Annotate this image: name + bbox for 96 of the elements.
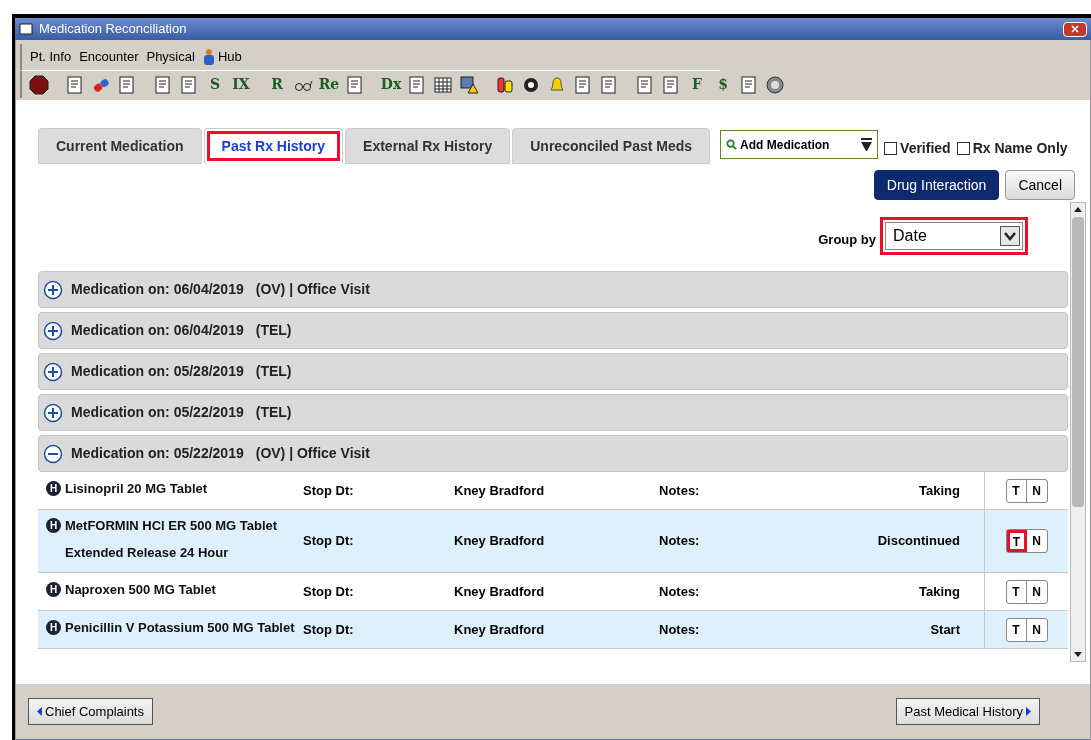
not-taking-toggle[interactable]: N	[1026, 580, 1047, 603]
collapse-icon[interactable]	[43, 443, 63, 464]
medication-group-header[interactable]: Medication on: 05/22/2019 (OV) | Office Visit	[38, 435, 1068, 472]
tab[interactable]: Past Rx History	[203, 128, 344, 164]
group-by-label: Group by	[818, 231, 876, 250]
group-title: Medication on: 05/28/2019	[71, 362, 244, 381]
scrollbar[interactable]	[1070, 202, 1086, 662]
toolbar-letter-button[interactable]: Re	[318, 74, 340, 95]
expand-icon[interactable]	[43, 361, 63, 382]
taking-toggle[interactable]: T	[1006, 479, 1027, 502]
medication-group-header[interactable]: Medication on: 05/28/2019 (TEL)	[38, 353, 1068, 390]
history-badge: H	[46, 581, 61, 597]
checkbox[interactable]	[956, 142, 970, 155]
medication-name: Penicillin V Potassium 500 MG Tablet	[65, 618, 295, 637]
group-title: Medication on: 05/22/2019	[71, 444, 244, 463]
toolbar-letter-button[interactable]: Dx	[380, 74, 402, 95]
disc-icon[interactable]	[764, 74, 786, 95]
history-badge: H	[46, 480, 61, 496]
toolbar-letter-button[interactable]: S	[204, 74, 226, 95]
group-title: Medication on: 06/04/2019	[71, 280, 244, 299]
stop-icon[interactable]	[28, 74, 50, 95]
tab[interactable]: Unreconciled Past Meds	[512, 128, 711, 164]
menu-item[interactable]: Physical	[146, 47, 195, 67]
toolbar-letter-button[interactable]: IX	[230, 74, 252, 95]
filter-icon	[861, 138, 873, 151]
group-visit: (OV) | Office Visit	[255, 444, 370, 463]
notes-label: Notes:	[659, 620, 701, 639]
medication-name: MetFORMIN HCl ER 500 MG Tablet Extended Release 24 Hour	[65, 516, 279, 562]
group-visit: (TEL)	[255, 403, 292, 422]
stop-date-label: Stop Dt:	[302, 481, 355, 500]
medication-row[interactable]: H Naproxen 500 MG Tablet Stop Dt: Kney Bradford Notes: Taking T N	[38, 573, 1068, 611]
prescriber: Kney Bradford	[454, 532, 546, 551]
tab[interactable]: External Rx History	[345, 128, 511, 164]
next-arrow-icon	[1026, 707, 1031, 716]
expand-icon[interactable]	[43, 279, 63, 300]
close-icon	[1071, 25, 1079, 33]
medication-group-header[interactable]: Medication on: 06/04/2019 (OV) | Office Visit	[38, 271, 1068, 308]
checkbox[interactable]	[884, 142, 898, 155]
checkbox-label: Rx Name Only	[972, 139, 1068, 158]
medication-name: Lisinopril 20 MG Tablet	[65, 479, 208, 498]
toolbar-letter-button[interactable]: R	[266, 74, 288, 95]
group-visit: (OV) | Office Visit	[255, 280, 370, 299]
group-visit: (TEL)	[255, 321, 292, 340]
taking-toggle[interactable]: T	[1006, 580, 1027, 603]
notes-label: Notes:	[659, 582, 701, 601]
add-medication-dropdown[interactable]: Add Medication	[720, 130, 879, 159]
past-medical-history-button[interactable]: Past Medical History	[895, 698, 1040, 725]
toolbar-letter-button[interactable]: $	[712, 74, 734, 95]
menu-item[interactable]: Encounter	[79, 47, 139, 67]
not-taking-toggle[interactable]: N	[1026, 479, 1047, 502]
menu-item[interactable]: Pt. Info	[30, 47, 72, 67]
group-by-select[interactable]: Date	[885, 222, 1023, 250]
action-button[interactable]: Cancel	[1005, 170, 1075, 200]
person-icon	[202, 48, 215, 66]
medication-row[interactable]: H Lisinopril 20 MG Tablet Stop Dt: Kney Bradford Notes: Taking T N	[38, 472, 1068, 510]
close-button[interactable]	[1063, 21, 1087, 37]
history-badge: H	[46, 517, 61, 533]
not-taking-toggle[interactable]: N	[1026, 618, 1047, 641]
expand-icon[interactable]	[43, 320, 63, 341]
group-title: Medication on: 06/04/2019	[71, 321, 244, 340]
window-title: Medication Reconciliation	[39, 20, 187, 39]
medication-group-header[interactable]: Medication on: 06/04/2019 (TEL)	[38, 312, 1068, 349]
medication-status: Taking	[918, 582, 961, 601]
taking-toggle[interactable]: T	[1006, 618, 1027, 641]
window-icon	[19, 23, 33, 35]
group-title: Medication on: 05/22/2019	[71, 403, 244, 422]
tab[interactable]: Current Medication	[38, 128, 202, 164]
history-badge: H	[46, 619, 61, 635]
medication-row[interactable]: H MetFORMIN HCl ER 500 MG Tablet Extended Release 24 Hour Stop Dt: Kney Bradford Notes: Discontinued T N	[38, 510, 1068, 573]
medication-status: Discontinued	[876, 532, 961, 551]
stop-date-label: Stop Dt:	[302, 532, 355, 551]
medication-status: Start	[929, 620, 961, 639]
action-button[interactable]: Drug Interaction	[873, 170, 1000, 200]
toolbar-letter-button[interactable]: F	[686, 74, 708, 95]
medication-name: Naproxen 500 MG Tablet	[65, 580, 216, 599]
back-arrow-icon	[37, 707, 42, 716]
medication-group-header[interactable]: Medication on: 05/22/2019 (TEL)	[38, 394, 1068, 431]
calendar-grid-icon[interactable]	[432, 74, 454, 95]
chief-complaints-button[interactable]: Chief Complaints	[28, 698, 153, 725]
checkbox-label: Verified	[900, 139, 951, 158]
menu-item[interactable]: Hub	[202, 47, 242, 67]
medication-status: Taking	[918, 481, 961, 500]
taking-toggle[interactable]: T	[1006, 530, 1027, 552]
not-taking-toggle[interactable]: N	[1026, 530, 1047, 552]
expand-icon[interactable]	[43, 402, 63, 423]
prescriber: Kney Bradford	[454, 620, 546, 639]
group-visit: (TEL)	[255, 362, 292, 381]
prescriber: Kney Bradford	[454, 582, 546, 601]
notes-label: Notes:	[659, 481, 701, 500]
monitor-warning-icon[interactable]	[458, 74, 480, 95]
medication-row[interactable]: H Penicillin V Potassium 500 MG Tablet Stop Dt: Kney Bradford Notes: Start T N	[38, 611, 1068, 649]
prescriber: Kney Bradford	[454, 481, 546, 500]
search-icon	[726, 139, 738, 150]
stop-date-label: Stop Dt:	[302, 582, 355, 601]
notes-label: Notes:	[659, 532, 701, 551]
stop-date-label: Stop Dt:	[302, 620, 355, 639]
